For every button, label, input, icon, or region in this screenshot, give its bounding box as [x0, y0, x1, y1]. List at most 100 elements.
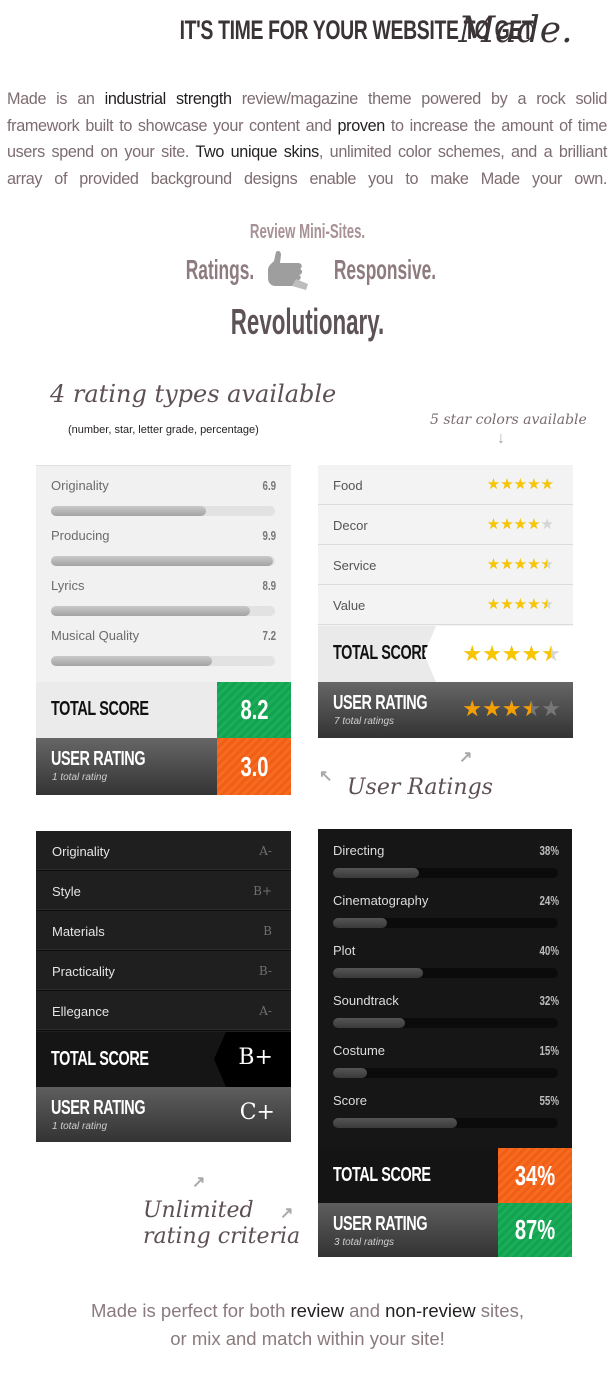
star-icon: ★★: [513, 596, 528, 613]
progress-track: [333, 1118, 558, 1128]
progress-track: [51, 506, 275, 516]
annotation-line: Unlimited: [143, 1198, 254, 1223]
criterion-value: 24%: [539, 893, 559, 908]
tagline-mini-sites: Review Mini-Sites.: [249, 221, 366, 243]
user-rating-value: 3.0: [217, 738, 291, 795]
star-fill: ★: [527, 477, 541, 492]
star-fill: ★: [501, 698, 522, 720]
outro-text-part: and: [343, 1300, 386, 1321]
criterion-row: Practicality B-: [36, 951, 291, 991]
criterion-label: Originality: [51, 478, 109, 493]
total-score-row: TOTAL SCORE 34%: [318, 1148, 572, 1203]
star-fill: ★: [522, 698, 532, 720]
star-fill: ★: [527, 557, 541, 572]
user-rating-stars[interactable]: ★★★★★★★★★★: [462, 698, 561, 720]
star-fill: ★: [486, 557, 501, 572]
star-icon: ★★: [521, 696, 542, 721]
outro-text: Made is perfect for both review and non-…: [0, 1297, 615, 1353]
star-fill: ★: [527, 517, 541, 532]
criterion-value: 15%: [539, 1043, 559, 1058]
arrow-up-right-icon: ↗: [192, 1174, 206, 1191]
criterion-row: Originality 6.9: [51, 466, 276, 516]
criterion-row: Plot 40%: [333, 929, 559, 979]
outro-highlight: non-review: [385, 1300, 476, 1321]
criterion-label: Musical Quality: [51, 628, 140, 643]
star-fill: ★: [540, 477, 554, 492]
criterion-row: Food ★ ★ ★ ★ ★ ★ ★ ★ ★ ★: [318, 465, 573, 505]
criterion-row: Style B+: [36, 871, 291, 911]
criterion-label: Plot: [333, 943, 356, 958]
criterion-stars: ★★★★★★★★★★: [487, 477, 554, 492]
star-fill: ★: [527, 597, 541, 612]
user-rating-row[interactable]: USER RATING 1 total rating 3.0: [36, 738, 291, 795]
progress-fill: [51, 656, 213, 666]
criterion-label: Originality: [52, 844, 110, 859]
outro-line-1: Made is perfect for both review and non-…: [0, 1297, 615, 1325]
star-icon: ★★: [482, 641, 502, 666]
criterion-label: Value: [333, 598, 366, 613]
star-icon: ★★: [541, 696, 561, 721]
outro-text-part: sites,: [475, 1300, 524, 1321]
total-score-row: TOTAL SCORE 8.2: [36, 682, 291, 738]
progress-fill: [333, 1068, 367, 1078]
progress-track: [333, 968, 558, 978]
star-fill: ★: [521, 643, 542, 665]
user-rating-label: USER RATING: [51, 748, 146, 770]
annotation-star-colors: 5 star colors available: [430, 412, 587, 428]
percent-rating-box: Directing 38% Cinematography 24% Plot 40% Soun…: [318, 829, 572, 1257]
criterion-label: Materials: [52, 924, 105, 939]
star-icon: ★★: [486, 476, 501, 493]
criterion-value: 8.9: [262, 578, 276, 593]
criterion-value: 40%: [539, 943, 559, 958]
star-icon: ★★: [500, 556, 514, 573]
star-fill: ★: [500, 477, 514, 492]
numeric-rating-box: Originality 6.9 Producing 9.9 Lyrics 8.9 Music…: [36, 465, 291, 795]
criterion-row: Musical Quality 7.2: [51, 616, 276, 666]
tagline-ratings: Ratings.: [185, 254, 255, 285]
criterion-grade: B-: [258, 964, 272, 978]
user-rating-count: 7 total ratings: [334, 716, 395, 727]
star-icon: ★★: [513, 516, 528, 533]
criterion-value: 9.9: [262, 528, 276, 543]
star-icon: ★★: [500, 596, 514, 613]
criterion-grade: A-: [259, 844, 272, 858]
criterion-row: Costume 15%: [333, 1029, 559, 1079]
annotation-rating-types: 4 rating types available: [50, 380, 337, 408]
headline: IT'S TIME FOR YOUR WEBSITE TO GET Made.: [0, 10, 615, 51]
criterion-row: Materials B: [36, 911, 291, 951]
user-rating-row[interactable]: USER RATING 7 total ratings ★★★★★★★★★★: [318, 682, 573, 738]
star-fill: ★: [513, 557, 528, 572]
user-rating-row[interactable]: USER RATING 1 total rating C+: [36, 1087, 291, 1142]
criterion-stars: ★★★★★★★★★★: [487, 557, 554, 572]
star-fill: ★: [486, 517, 501, 532]
progress-fill: [333, 1018, 405, 1028]
criterion-row: Service★★★★★★★★★★: [318, 545, 573, 585]
criterion-value: 6.9: [262, 478, 276, 493]
star-icon: ★★: [540, 476, 554, 493]
criterion-label: Soundtrack: [333, 993, 399, 1008]
star-fill: ★: [482, 698, 502, 720]
total-score-grade: B+: [238, 1045, 273, 1070]
star-fill: ★: [541, 597, 548, 612]
criterion-label: Practicality: [52, 964, 115, 979]
outro-line-2: or mix and match within your site!: [170, 1328, 445, 1349]
star-icon: ★★: [527, 596, 541, 613]
criterion-value: 7.2: [262, 628, 276, 643]
intro-highlight: Two unique skins: [195, 143, 319, 161]
star-icon: ★★: [500, 476, 514, 493]
star-fill: ★: [486, 597, 501, 612]
progress-fill: [333, 918, 387, 928]
criterion-label: Producing: [51, 528, 110, 543]
progress-fill: [333, 868, 419, 878]
criterion-value: 32%: [539, 993, 559, 1008]
criterion-value: 38%: [539, 843, 559, 858]
user-rating-label: USER RATING: [333, 1213, 428, 1235]
criterion-grade: B+: [253, 884, 272, 898]
annotation-unlimited-criteria: Unlimited rating criteria: [143, 1198, 300, 1250]
star-icon: ★★: [501, 696, 522, 721]
criterion-label: Directing: [333, 843, 385, 858]
criterion-label: Food: [333, 478, 363, 493]
user-rating-row[interactable]: USER RATING 3 total ratings 87%: [318, 1203, 572, 1257]
annotation-line: rating criteria: [143, 1224, 301, 1249]
criterion-label: Cinematography: [333, 893, 429, 908]
